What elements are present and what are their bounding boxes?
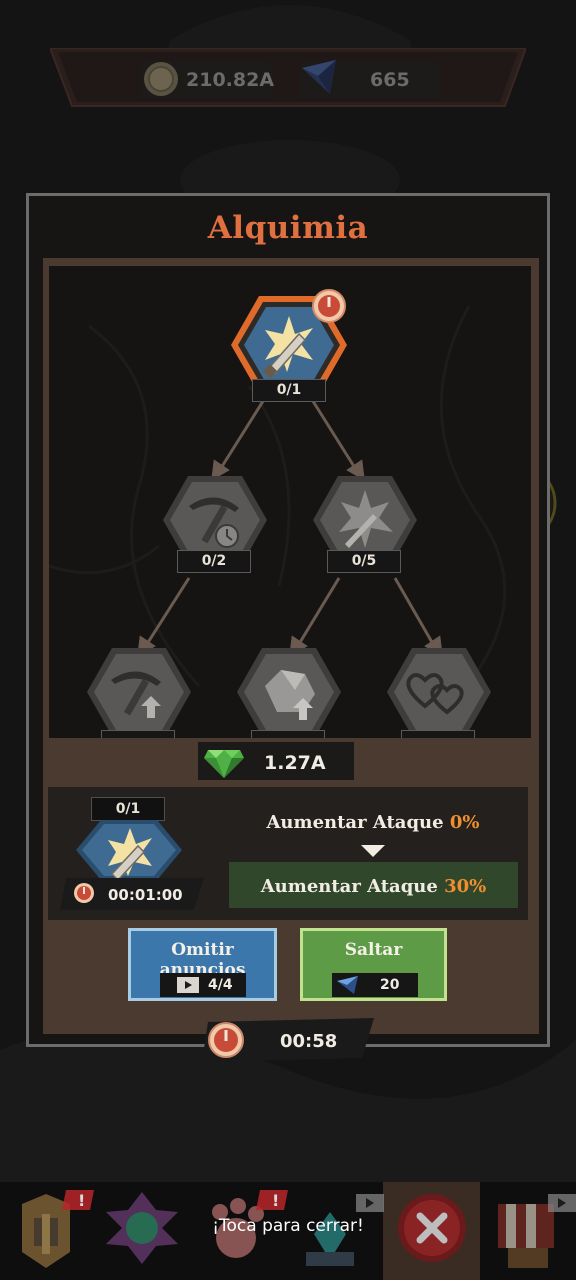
node-bottom-right[interactable]: [385, 646, 493, 738]
nav-ad-badge-icon-2: [548, 1194, 576, 1212]
skip-ads-button[interactable]: Omitir anuncios 4/4: [128, 928, 277, 1001]
gem-value: 665: [370, 69, 410, 91]
skip-button[interactable]: Saltar 20: [300, 928, 447, 1001]
node-root-label: 0/1: [252, 379, 326, 402]
gem-icon: [302, 60, 336, 94]
node-left-label: 0/2: [177, 550, 251, 573]
node-bottom-mid[interactable]: [235, 646, 343, 738]
svg-text:!: !: [272, 1191, 279, 1210]
current-stat-value: 0%: [449, 812, 480, 833]
node-bottom-left-label: [101, 730, 175, 738]
blue-gem-icon: [337, 976, 358, 994]
play-ad-icon: [177, 977, 199, 993]
currency-bar: 210.82A 665: [50, 48, 526, 110]
skill-tree[interactable]: 0/1 0/2 0/5: [49, 266, 531, 738]
skip-ads-counter: 4/4: [160, 973, 246, 997]
down-arrow-icon: [361, 845, 385, 857]
nav-alert-icon-2: !: [256, 1190, 288, 1210]
skip-ads-count: 4/4: [208, 977, 233, 993]
node-bottom-mid-label: [251, 730, 325, 738]
gem-counter: 665: [300, 60, 440, 98]
current-stat-label: Aumentar Ataque: [266, 812, 444, 833]
nav-ad-badge-icon: [356, 1194, 384, 1212]
detail-time: 00:01:00: [108, 886, 183, 904]
close-hint[interactable]: ¡Toca para cerrar!: [0, 1216, 576, 1236]
node-right-label: 0/5: [327, 550, 401, 573]
global-timer: 00:58: [280, 1031, 338, 1052]
next-stat-label: Aumentar Ataque: [260, 876, 438, 897]
cost-value: 1.27A: [264, 752, 326, 774]
skip-cost: 20: [332, 973, 418, 997]
svg-text:!: !: [78, 1191, 85, 1210]
skip-title: Saltar: [344, 940, 403, 960]
green-gem-icon: [204, 750, 244, 778]
next-stat-value: 30%: [444, 876, 487, 897]
coin-icon: [144, 62, 178, 96]
timer-badge-icon: [312, 289, 346, 323]
nav-alert-icon: !: [62, 1190, 94, 1210]
coin-value: 210.82A: [186, 69, 275, 91]
nav-shop-icon: [498, 1204, 554, 1268]
coin-counter: 210.82A: [142, 62, 275, 98]
node-bottom-right-label: [401, 730, 475, 738]
skip-cost-value: 20: [380, 977, 400, 993]
node-bottom-left[interactable]: [85, 646, 193, 738]
current-stat: Aumentar Ataque 0%: [228, 812, 518, 833]
detail-sword-burst-icon: [76, 820, 182, 882]
next-stat: Aumentar Ataque 30%: [229, 876, 518, 897]
panel-title: Alquimia: [207, 210, 369, 246]
